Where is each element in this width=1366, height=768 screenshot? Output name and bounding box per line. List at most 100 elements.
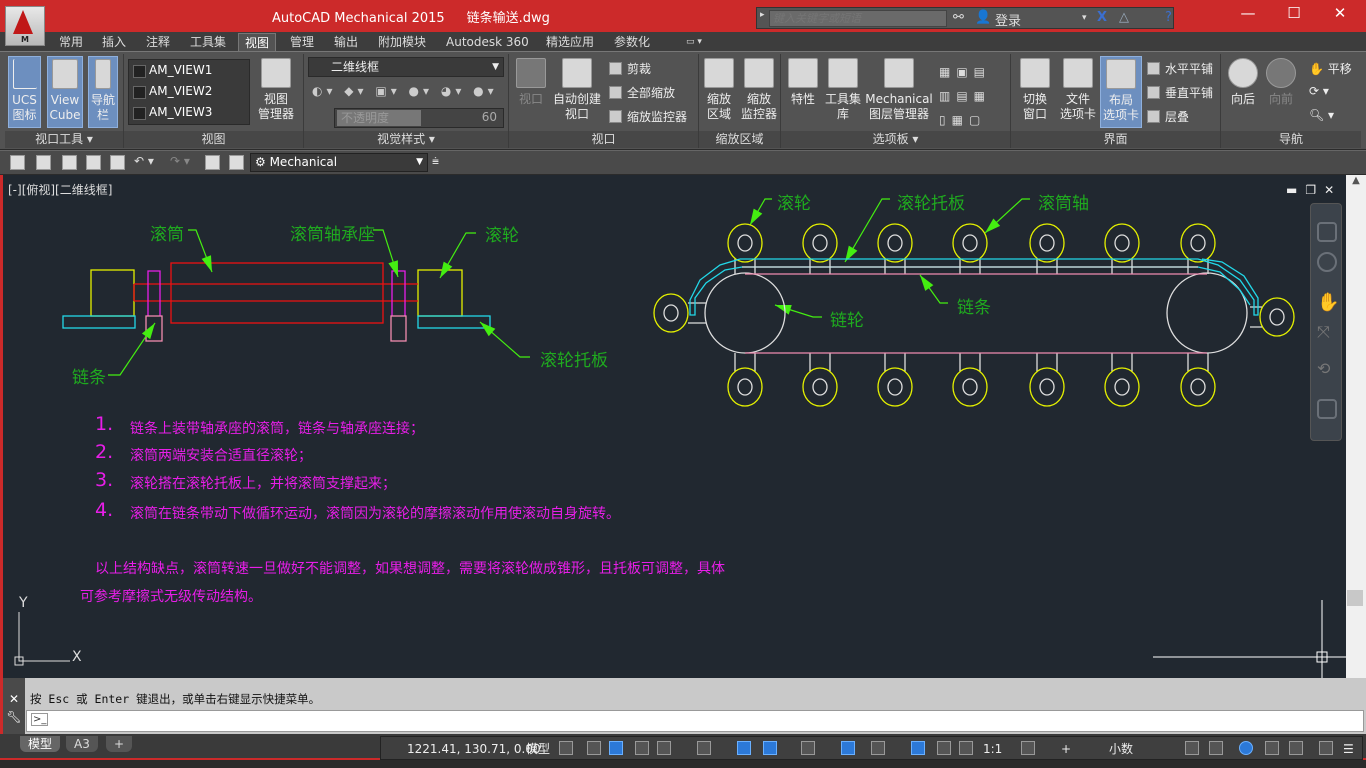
switch-windows-button[interactable]: 切换 窗口 (1015, 56, 1055, 122)
viewport-controls-label[interactable]: [-][俯视][二维线框] (8, 181, 112, 198)
infer-constraints-icon[interactable] (609, 741, 623, 755)
publish-icon[interactable] (205, 155, 220, 170)
sheet-icon[interactable] (229, 155, 244, 170)
viewport-button[interactable]: 视口 (513, 56, 549, 107)
binoculars-icon[interactable]: ⚯ (953, 10, 964, 25)
clip-button[interactable]: 剪裁 (609, 60, 651, 77)
viewport-window-controls[interactable]: ▬❐✕ (1286, 183, 1342, 197)
view-item[interactable]: AM_VIEW3 (129, 102, 249, 123)
maximize-button[interactable]: ☐ (1282, 4, 1306, 24)
orbit-button[interactable]: ⟳ ▾ (1309, 84, 1329, 98)
scrollbar-thumb[interactable] (1347, 590, 1363, 606)
zoom-monitor-large-button[interactable]: 缩放 监控器 (739, 56, 779, 122)
isodraft-icon[interactable] (697, 741, 711, 755)
close-icon[interactable]: ✕ (3, 692, 25, 706)
autodesk-360-icon[interactable]: △ (1119, 10, 1129, 25)
lock-ui-icon[interactable] (1209, 741, 1223, 755)
annotation-scale-dropdown[interactable]: 1:1 (983, 740, 1002, 758)
cascade-button[interactable]: 层叠 (1147, 108, 1189, 125)
panel-label[interactable]: 视觉样式 ▾ (304, 131, 508, 148)
hardware-acceleration-icon[interactable] (1265, 741, 1279, 755)
tab-insert[interactable]: 插入 (96, 33, 132, 51)
add-layout-button[interactable]: + (106, 736, 133, 752)
login-button[interactable]: 登录 (995, 10, 1021, 29)
annotation-visibility-icon[interactable] (911, 741, 925, 755)
polar-icon[interactable] (657, 741, 671, 755)
lineweight-icon[interactable] (801, 741, 815, 755)
viewcube-icon[interactable] (1317, 222, 1337, 242)
opacity-slider[interactable]: 不透明度 60 (334, 108, 504, 128)
tab-layout-a3[interactable]: A3 (66, 736, 98, 752)
ucs-icon-button[interactable]: UCS 图标 (8, 56, 41, 128)
object-snap-icon[interactable] (763, 741, 777, 755)
command-prompt-icon[interactable]: >_ (31, 713, 49, 726)
tab-autodesk-360[interactable]: Autodesk 360 (440, 33, 535, 51)
tab-featured-apps[interactable]: 精选应用 (540, 33, 600, 51)
annotation-scale-icon[interactable] (959, 741, 973, 755)
object-snap-tracking-icon[interactable] (737, 741, 751, 755)
close-button[interactable]: ✕ (1328, 4, 1352, 24)
panel-label[interactable]: 选项板 ▾ (781, 131, 1010, 148)
tab-model[interactable]: 模型 (20, 736, 61, 752)
customize-qat-icon[interactable]: ⩧ (432, 154, 439, 169)
snap-icon[interactable] (587, 741, 601, 755)
auto-scale-icon[interactable] (937, 741, 951, 755)
redo-icon[interactable]: ↷ ▾ (170, 154, 190, 168)
scroll-up-icon[interactable]: ▲ (1346, 175, 1366, 186)
workspace-gear-icon[interactable] (1021, 741, 1035, 755)
panel-label[interactable]: 视口工具 ▾ (5, 131, 123, 148)
back-button[interactable]: 向后 (1225, 56, 1261, 107)
undo-icon[interactable]: ↶ ▾ (134, 154, 154, 168)
layer-manager-button[interactable]: Mechanical 图层管理器 (865, 56, 933, 122)
clean-screen-icon[interactable] (1289, 741, 1303, 755)
zoom-region-button[interactable]: 缩放 区域 (701, 56, 737, 122)
zoom-monitor-button[interactable]: 缩放监控器 (609, 108, 687, 125)
steering-wheel-icon[interactable] (1317, 252, 1337, 272)
tab-annotate[interactable]: 注释 (140, 33, 176, 51)
tab-toolsets[interactable]: 工具集 (184, 33, 232, 51)
tool-palettes-button[interactable]: 工具集 库 (823, 56, 863, 122)
help-icon[interactable]: ? (1165, 10, 1172, 25)
named-views-list[interactable]: AM_VIEW1 AM_VIEW2 AM_VIEW3 (128, 59, 250, 125)
properties-button[interactable]: 特性 (785, 56, 821, 107)
orbit-icon[interactable]: ⟲ (1317, 359, 1337, 379)
auto-create-viewport-button[interactable]: 自动创建 视口 (551, 56, 603, 122)
minimize-button[interactable]: — (1236, 4, 1260, 24)
minimize-ribbon-icon[interactable]: ▭ ▾ (680, 33, 708, 51)
isolate-objects-icon[interactable] (1239, 741, 1253, 755)
plus-icon[interactable]: + (1061, 740, 1071, 758)
selection-cycling-icon[interactable] (871, 741, 885, 755)
command-input[interactable] (57, 713, 1347, 729)
chevron-down-icon[interactable]: ▾ (1082, 13, 1087, 23)
ortho-icon[interactable] (635, 741, 649, 755)
view-manager-button[interactable]: 视图 管理器 (254, 56, 298, 122)
print-icon[interactable] (110, 155, 125, 170)
viewcube-button[interactable]: View Cube (47, 56, 83, 128)
tab-parametric[interactable]: 参数化 (608, 33, 656, 51)
pan-button[interactable]: ✋ 平移 (1309, 60, 1352, 77)
visual-style-dropdown[interactable]: 二维线框 ▼ (308, 57, 504, 77)
layout-tabs-button[interactable]: 布局 选项卡 (1100, 56, 1142, 128)
tab-manage[interactable]: 管理 (284, 33, 320, 51)
coordinates-readout[interactable]: 1221.41, 130.71, 0.00 (407, 740, 541, 758)
customization-menu-icon[interactable]: ☰ (1343, 740, 1354, 758)
tab-addins[interactable]: 附加模块 (372, 33, 432, 51)
zoom-extents-icon[interactable]: ⤧ (1317, 322, 1337, 342)
workspace-dropdown[interactable]: ⚙ Mechanical ▼ (250, 153, 428, 172)
navigation-bar-button[interactable]: 导航 栏 (88, 56, 118, 128)
pan-icon[interactable]: ✋ (1317, 292, 1339, 313)
tab-output[interactable]: 输出 (328, 33, 364, 51)
wrench-icon[interactable]: 🔧︎ (3, 710, 25, 724)
grid-icon[interactable] (559, 741, 573, 755)
tile-vertical-button[interactable]: 垂直平铺 (1147, 84, 1213, 101)
tab-view[interactable]: 视图 (238, 33, 277, 51)
view-item[interactable]: AM_VIEW2 (129, 81, 249, 102)
application-menu-button[interactable]: M (5, 6, 45, 46)
transparency-icon[interactable] (841, 741, 855, 755)
tab-home[interactable]: 常用 (53, 33, 89, 51)
view-item[interactable]: AM_VIEW1 (129, 60, 249, 81)
model-space-button[interactable]: 模型 (526, 740, 550, 758)
search-input[interactable] (769, 10, 947, 27)
quick-properties-icon[interactable] (1185, 741, 1199, 755)
open-icon[interactable] (36, 155, 51, 170)
